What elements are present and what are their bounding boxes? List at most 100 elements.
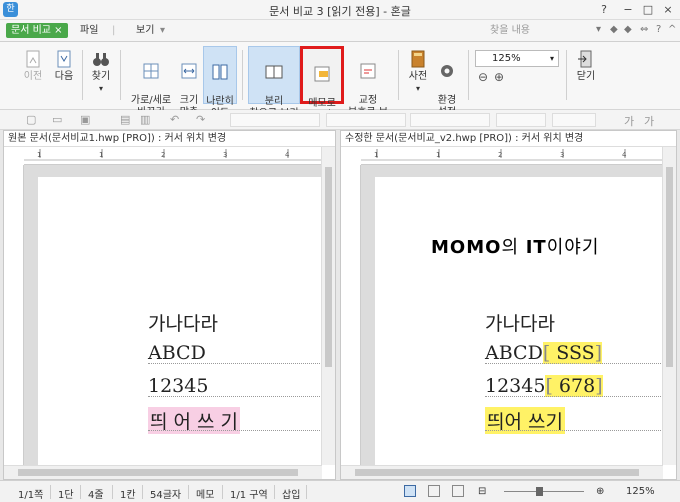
change-line <box>485 430 663 431</box>
proof-mark-button[interactable]: 교정 부호로 보기 <box>344 46 392 130</box>
find-button[interactable]: 찾기 ▾ <box>88 46 114 104</box>
tab-file[interactable]: 파일 <box>80 23 98 38</box>
title-bar: 한 문서 비교 3 [읽기 전용] - 혼글 ? − □ × <box>0 0 680 20</box>
prev-result-icon[interactable]: ◆ <box>610 24 618 35</box>
font-select[interactable] <box>410 113 490 127</box>
status-memo[interactable]: 메모 <box>196 486 214 501</box>
side-by-side-icon <box>212 64 228 80</box>
status-insert-mode[interactable]: 삽입 <box>282 486 300 501</box>
dictionary-button[interactable]: 사전 ▾ <box>404 46 432 104</box>
close-window-button[interactable]: × <box>658 2 678 17</box>
redo-icon[interactable]: ↷ <box>196 113 205 126</box>
view-mode-multi-icon[interactable] <box>452 485 464 497</box>
chevron-down-icon: ▾ <box>98 84 103 93</box>
divider <box>142 485 143 499</box>
divider <box>80 485 81 499</box>
watermark-title: MOMO의 IT이야기 <box>431 233 599 259</box>
expand-icon[interactable]: ⇔ <box>640 24 648 35</box>
bold-icon[interactable]: 가 <box>624 113 634 129</box>
horizontal-ruler[interactable]: 1 1 2 3 4 <box>24 147 322 165</box>
style-select[interactable] <box>230 113 320 127</box>
ribbon-toggle-icon[interactable]: ^ <box>668 24 676 35</box>
minimize-button[interactable]: − <box>618 2 638 17</box>
next-label: 다음 <box>54 71 74 82</box>
undo-icon[interactable]: ↶ <box>170 113 179 126</box>
search-options-icon[interactable]: ▾ <box>596 24 601 35</box>
divider <box>398 50 399 100</box>
open-folder-icon[interactable]: ▭ <box>52 113 62 126</box>
status-page[interactable]: 1/1쪽 <box>18 486 43 501</box>
proof-mark-icon <box>360 63 376 79</box>
change-line <box>148 430 322 431</box>
fit-size-icon <box>181 63 197 79</box>
unit-select[interactable] <box>552 113 596 127</box>
horizontal-scrollbar[interactable] <box>4 465 322 479</box>
doc-line-3: 12345[ 678] <box>485 375 603 397</box>
horizontal-ruler[interactable]: 1 1 2 3 4 <box>361 147 663 165</box>
font-lang-select[interactable] <box>326 113 406 127</box>
inserted-text: [ SSS] <box>542 342 603 364</box>
separate-window-button[interactable]: 분리 창으로 보기 <box>248 46 300 119</box>
vertical-scrollbar[interactable] <box>321 147 335 465</box>
doc-line-1: 가나다라 <box>148 313 218 335</box>
memo-view-button[interactable]: 메모로 보기 <box>300 46 344 121</box>
next-result-icon[interactable]: ◆ <box>624 24 632 35</box>
fit-size-button[interactable]: 크기 맞춤 <box>176 46 202 118</box>
doc-text: 12345 <box>485 375 546 397</box>
ribbon-toolbar: 이전 다음 찾기 ▾ 가로/세로 바꾸기 크기 맞춤 나란히 이동 분리 창으로… <box>0 42 680 130</box>
svg-text:1: 1 <box>99 151 103 159</box>
prev-document-icon <box>26 50 40 68</box>
svg-text:3: 3 <box>560 151 564 159</box>
zoom-select[interactable]: 125% ▾ <box>475 50 559 67</box>
orientation-button[interactable]: 가로/세로 바꾸기 <box>126 46 176 118</box>
font-size-select[interactable] <box>496 113 546 127</box>
save-icon[interactable]: ▣ <box>80 113 90 126</box>
prev-label: 이전 <box>23 71 43 82</box>
next-button[interactable]: 다음 <box>50 46 78 104</box>
zoom-in-icon[interactable]: ⊕ <box>494 70 504 84</box>
view-mode-normal-icon[interactable] <box>404 485 416 497</box>
zoom-in-status-icon[interactable]: ⊕ <box>596 486 604 497</box>
inserted-text: [ 678] <box>545 375 603 397</box>
vertical-ruler[interactable] <box>4 165 24 465</box>
zoom-value: 125% <box>492 53 521 64</box>
help-icon[interactable]: ? <box>656 24 661 35</box>
view-mode-page-icon[interactable] <box>428 485 440 497</box>
print-icon[interactable]: ▤ <box>120 113 130 126</box>
search-input[interactable]: 찾을 내용 <box>470 23 590 39</box>
tab-view[interactable]: 보기 <box>136 23 154 38</box>
close-compare-label: 닫기 <box>576 71 596 82</box>
horizontal-scrollbar[interactable] <box>341 465 663 479</box>
scroll-thumb[interactable] <box>666 167 673 367</box>
status-zoom[interactable]: 125% <box>626 486 655 497</box>
scroll-thumb[interactable] <box>325 167 332 367</box>
document-page[interactable]: MOMO의 IT이야기 가나다라 ABCD[ SSS] 12345[ 678] … <box>375 177 663 465</box>
status-section: 1단 <box>58 490 74 501</box>
window-title: 문서 비교 3 [읽기 전용] - 혼글 <box>269 5 411 18</box>
zoom-out-icon[interactable]: ⊖ <box>478 70 488 84</box>
prev-button[interactable]: 이전 <box>18 46 48 104</box>
chevron-down-icon[interactable]: ▾ <box>160 23 165 38</box>
tab-document-compare[interactable]: 문서 비교 × <box>6 23 68 38</box>
maximize-button[interactable]: □ <box>638 2 658 17</box>
scroll-thumb[interactable] <box>355 469 639 476</box>
change-line <box>148 396 322 397</box>
doc-text: ABCD <box>485 342 543 364</box>
vertical-ruler[interactable] <box>341 165 361 465</box>
preview-icon[interactable]: ▥ <box>140 113 150 126</box>
tab-divider: | <box>112 25 116 36</box>
svg-text:1: 1 <box>436 151 440 159</box>
scroll-thumb[interactable] <box>18 469 298 476</box>
document-page[interactable]: 가나다라 ABCD 12345 띄 어 쓰 기 <box>38 177 322 465</box>
new-doc-icon[interactable]: ▢ <box>26 113 36 126</box>
zoom-slider-thumb[interactable] <box>536 487 543 496</box>
settings-button[interactable]: 환경 설정 <box>433 46 461 118</box>
help-button[interactable]: ? <box>594 2 614 17</box>
close-compare-button[interactable]: 닫기 <box>572 46 600 104</box>
svg-text:2: 2 <box>161 151 165 159</box>
zoom-slider[interactable] <box>504 491 584 492</box>
italic-icon[interactable]: 가 <box>644 113 654 129</box>
zoom-fit-icon[interactable]: ⊟ <box>478 486 486 497</box>
vertical-scrollbar[interactable] <box>662 147 676 465</box>
side-by-side-button[interactable]: 나란히 이동 <box>203 46 237 119</box>
